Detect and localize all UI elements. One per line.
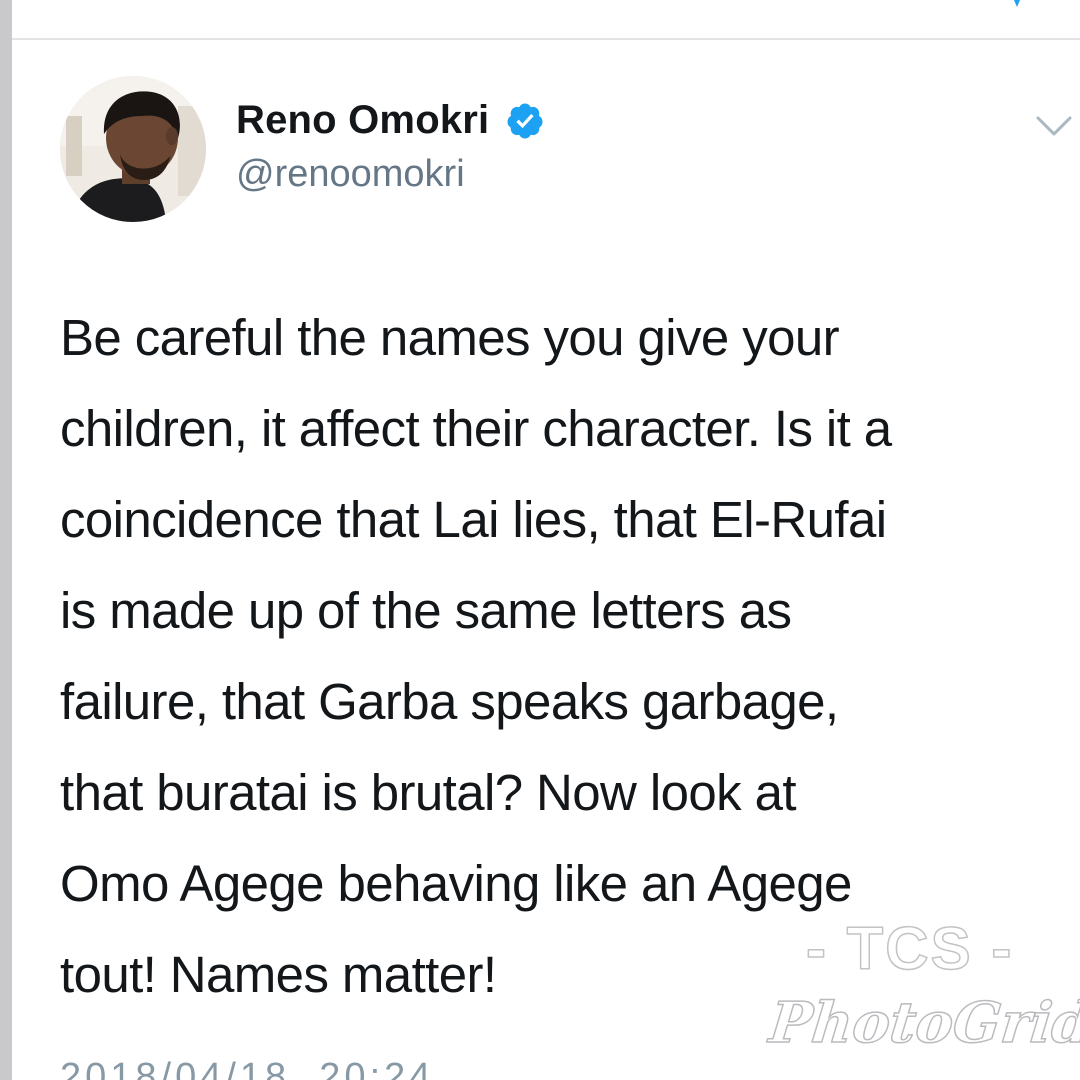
tweet-text-line: Be careful the names you give your: [60, 309, 840, 366]
tweet-text-line: failure, that Garba speaks garbage,: [60, 673, 839, 730]
author-display-name[interactable]: Reno Omokri: [236, 98, 489, 143]
verified-badge-icon: [505, 101, 545, 141]
tweet-text-line: children, it affect their character. Is …: [60, 400, 892, 457]
top-edge-icon-fragment: [1014, 0, 1020, 7]
author-handle[interactable]: @renoomokri: [236, 153, 465, 196]
tweet-text-line: coincidence that Lai lies, that El-Rufai: [60, 491, 887, 548]
avatar[interactable]: [60, 76, 206, 222]
chevron-down-icon[interactable]: [1034, 112, 1074, 140]
author-name[interactable]: Reno Omokri: [236, 98, 545, 143]
tweet-text-line: is made up of the same letters as: [60, 582, 792, 639]
tweet-text: Be careful the names you give your child…: [60, 292, 1050, 1020]
watermark-photogrid: PhotoGrid: [766, 989, 1080, 1057]
tweet-text-line: that buratai is brutal? Now look at: [60, 764, 797, 821]
left-edge-strip: [0, 0, 12, 1080]
tweet-timestamp[interactable]: 2018/04/18, 20:24: [60, 1056, 434, 1080]
watermark-tcs: - TCS -: [805, 914, 1014, 983]
top-divider: [12, 38, 1080, 40]
